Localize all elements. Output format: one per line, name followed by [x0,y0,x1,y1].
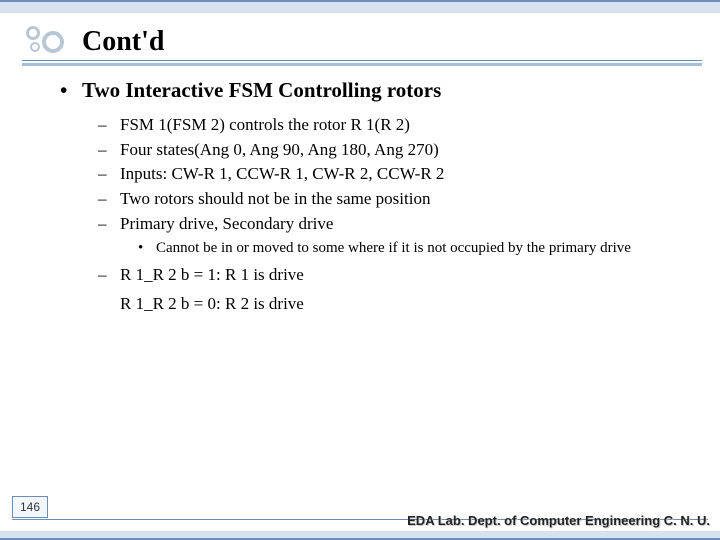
list-item: –Four states(Ang 0, Ang 90, Ang 180, Ang… [98,138,690,163]
heading-text: Two Interactive FSM Controlling rotors [82,78,441,102]
item-text: Primary drive, Secondary drive [120,214,333,233]
footer-text: EDA Lab. Dept. of Computer Engineering C… [407,513,710,528]
content-area: •Two Interactive FSM Controlling rotors … [60,78,690,316]
subnote-text: Cannot be in or moved to some where if i… [156,240,631,256]
list-item: –Primary drive, Secondary drive [98,212,690,237]
title-underline [22,60,702,66]
item-text: Two rotors should not be in the same pos… [120,189,430,208]
list-item: –FSM 1(FSM 2) controls the rotor R 1(R 2… [98,113,690,138]
top-border [0,0,720,14]
item-text: FSM 1(FSM 2) controls the rotor R 1(R 2) [120,115,410,134]
title-row: Cont'd [0,22,720,62]
drive-line: –R 1_R 2 b = 1: R 1 is drive [98,263,690,288]
slide-title: Cont'd [82,26,164,58]
bullet-decor-icon [0,22,70,62]
drive-text: R 1_R 2 b = 0: R 2 is drive [120,294,304,313]
item-text: Inputs: CW-R 1, CCW-R 1, CW-R 2, CCW-R 2 [120,164,444,183]
sub-note: •Cannot be in or moved to some where if … [138,238,690,259]
item-text: Four states(Ang 0, Ang 90, Ang 180, Ang … [120,140,439,159]
drive-text: R 1_R 2 b = 1: R 1 is drive [120,265,304,284]
list-item: –Inputs: CW-R 1, CCW-R 1, CW-R 2, CCW-R … [98,162,690,187]
list-item: –Two rotors should not be in the same po… [98,187,690,212]
page-number: 146 [12,496,48,518]
bottom-border [0,530,720,540]
heading-level1: •Two Interactive FSM Controlling rotors [60,78,690,103]
drive-line: R 1_R 2 b = 0: R 2 is drive [98,292,690,317]
